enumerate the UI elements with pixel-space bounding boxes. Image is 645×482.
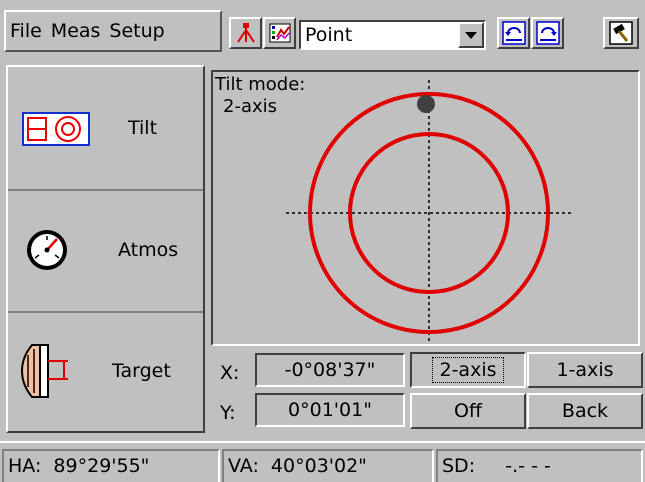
va-status: VA: 40°03'02"	[222, 449, 434, 482]
back-button[interactable]: Back	[527, 393, 643, 429]
two-axis-label: 2-axis	[432, 357, 504, 383]
graph-button[interactable]	[263, 17, 296, 49]
sidebar-item-atmos[interactable]: Atmos	[8, 189, 203, 313]
sd-status: SD: -.- - -	[436, 449, 643, 482]
redo-button[interactable]	[531, 17, 564, 49]
two-axis-button[interactable]: 2-axis	[410, 352, 526, 388]
tilt-icon	[22, 112, 90, 146]
tripod-icon	[236, 23, 255, 43]
y-label: Y:	[220, 402, 236, 424]
sidebar: Tilt Atmos Target	[6, 65, 205, 433]
redo-icon	[535, 21, 560, 45]
sidebar-item-label: Atmos	[118, 239, 179, 261]
tilt-mode-label: Tilt mode:	[215, 74, 306, 95]
instrument-button[interactable]	[229, 17, 262, 49]
sidebar-item-label: Target	[112, 360, 171, 382]
bubble-indicator	[417, 95, 435, 113]
x-readout: -0°08'37"	[255, 353, 405, 387]
one-axis-button[interactable]: 1-axis	[527, 352, 643, 388]
status-bar: HA: 89°29'55" VA: 40°03'02" SD: -.- - -	[0, 441, 645, 482]
ha-status: HA: 89°29'55"	[2, 449, 220, 482]
hammer-exit-icon	[609, 21, 633, 45]
prism-target-icon	[20, 344, 68, 398]
off-button[interactable]: Off	[410, 393, 526, 429]
sidebar-item-tilt[interactable]: Tilt	[8, 67, 203, 191]
exit-button[interactable]	[603, 17, 639, 49]
menu-setup[interactable]: Setup	[109, 20, 164, 42]
sidebar-item-target[interactable]: Target	[8, 311, 203, 431]
chevron-down-icon[interactable]	[458, 22, 484, 48]
tilt-mode-value: 2-axis	[223, 96, 278, 117]
mode-select[interactable]: Point	[299, 20, 486, 50]
undo-button[interactable]	[497, 17, 530, 49]
mode-select-value: Point	[305, 24, 353, 46]
tilt-plot: Tilt mode: 2-axis	[211, 70, 640, 346]
gauge-icon	[27, 230, 67, 270]
menu-meas[interactable]: Meas	[51, 20, 101, 42]
menu-file[interactable]: File	[10, 20, 42, 42]
color-graph-icon	[269, 23, 290, 43]
undo-icon	[501, 21, 526, 45]
sidebar-item-label: Tilt	[128, 117, 158, 139]
y-readout: 0°01'01"	[255, 393, 405, 427]
x-label: X:	[220, 362, 240, 384]
menu-bar: File Meas Setup	[4, 10, 222, 52]
